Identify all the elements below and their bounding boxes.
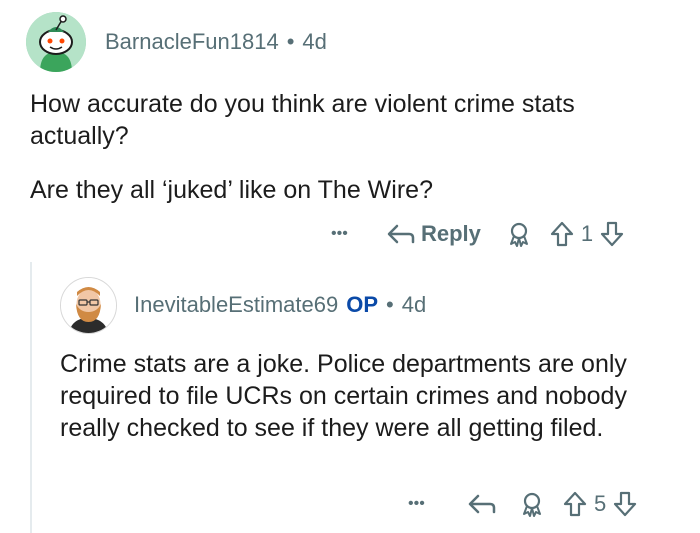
comment-paragraph: How accurate do you think are violent cr… [30, 90, 575, 150]
downvote-icon [614, 491, 637, 517]
reply-label: Reply [421, 221, 481, 246]
vote-count: 1 [580, 221, 594, 246]
reply-button[interactable] [466, 492, 496, 516]
award-icon [523, 492, 541, 517]
reply-arrow-icon [387, 224, 415, 244]
more-icon[interactable]: ••• [408, 495, 438, 513]
timestamp[interactable]: 4d [402, 292, 426, 318]
profile-avatar-icon [61, 278, 116, 333]
award-button[interactable] [505, 220, 533, 248]
reply-action-bar: ••• 5 [408, 486, 638, 522]
award-button[interactable] [518, 490, 546, 518]
avatar[interactable] [60, 277, 117, 334]
comment-meta: BarnacleFun1814 • 4d [105, 29, 327, 55]
reply-arrow-icon [468, 494, 496, 514]
reply-body: Crime stats are a joke. Police departmen… [60, 348, 670, 444]
op-badge: OP [346, 292, 379, 317]
upvote-icon [563, 491, 587, 517]
downvote-button[interactable] [599, 220, 625, 248]
snoo-avatar-icon [26, 12, 86, 72]
username[interactable]: InevitableEstimate69 [134, 292, 338, 318]
username[interactable]: BarnacleFun1814 [105, 29, 279, 55]
upvote-icon [550, 221, 574, 247]
comment-body: How accurate do you think are violent cr… [30, 88, 670, 206]
comment-paragraph: Are they all ‘juked’ like on The Wire? [30, 176, 433, 204]
award-icon [509, 222, 528, 247]
separator-dot: • [286, 29, 295, 54]
reply-button[interactable]: Reply [385, 221, 481, 247]
comment-action-bar: ••• Reply 1 [331, 216, 625, 252]
downvote-button[interactable] [612, 490, 638, 518]
separator-dot: • [386, 292, 394, 317]
more-icon[interactable]: ••• [331, 225, 361, 243]
comment-paragraph: Crime stats are a joke. Police departmen… [60, 350, 627, 442]
avatar[interactable] [26, 12, 86, 72]
upvote-button[interactable] [549, 220, 575, 248]
upvote-button[interactable] [562, 490, 588, 518]
vote-count: 5 [594, 491, 607, 516]
reply-meta: InevitableEstimate69 OP • 4d [134, 292, 426, 318]
timestamp[interactable]: 4d [302, 29, 326, 55]
thread-line[interactable] [30, 262, 32, 533]
downvote-icon [601, 221, 624, 247]
